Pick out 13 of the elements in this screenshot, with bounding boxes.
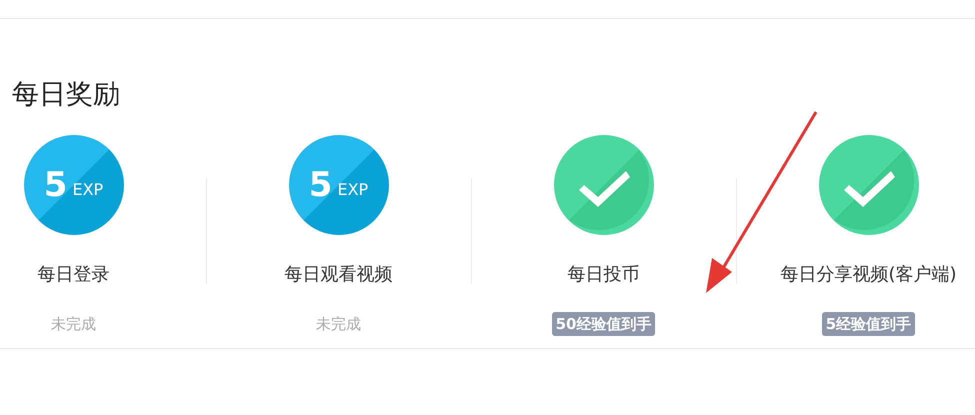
- check-icon: [554, 135, 654, 235]
- reward-tag: 50经验值到手: [552, 312, 656, 336]
- exp-badge: 5 EXP: [24, 135, 124, 235]
- reward-tag: 5经验值到手: [822, 312, 916, 336]
- task-name: 每日分享视频(客户端): [780, 263, 957, 287]
- check-icon: [818, 135, 918, 235]
- task-name: 每日投币: [568, 263, 640, 287]
- section-title: 每日奖励: [12, 78, 121, 112]
- status-text: 未完成: [315, 314, 362, 335]
- exp-badge: 5 EXP: [288, 135, 388, 235]
- task-name: 每日观看视频: [284, 263, 392, 287]
- task-name: 每日登录: [38, 263, 110, 287]
- status-text: 未完成: [50, 314, 97, 335]
